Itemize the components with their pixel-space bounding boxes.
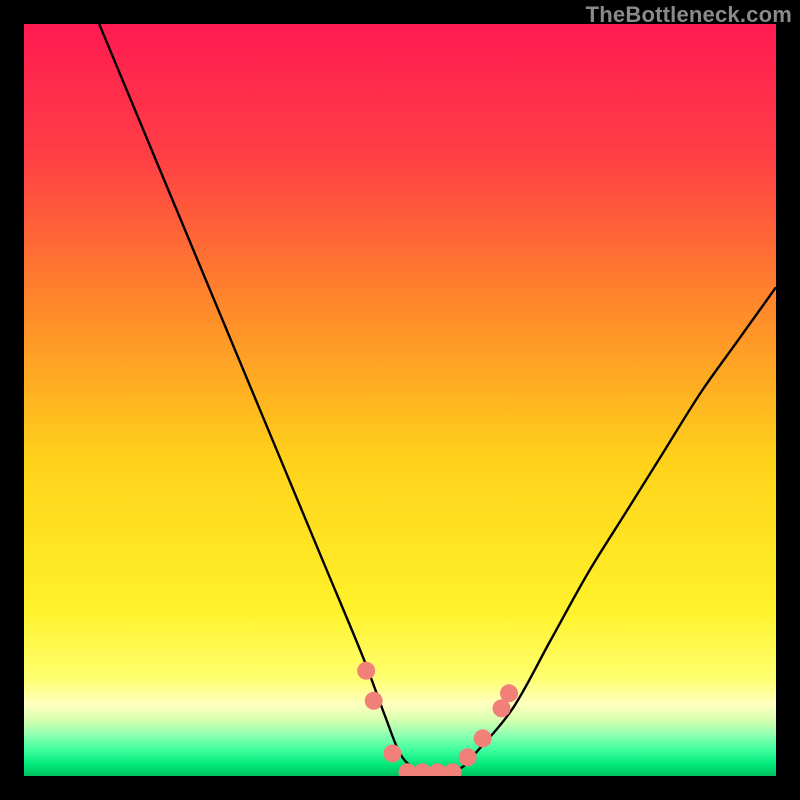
chart-svg [24, 24, 776, 776]
marker-dot [383, 744, 401, 762]
marker-dot [474, 729, 492, 747]
gradient-background [24, 24, 776, 776]
chart-frame: TheBottleneck.com [0, 0, 800, 800]
marker-dot [365, 692, 383, 710]
chart-plot-area [24, 24, 776, 776]
watermark-text: TheBottleneck.com [586, 2, 792, 28]
marker-dot [357, 662, 375, 680]
marker-dot [500, 684, 518, 702]
marker-dot [459, 748, 477, 766]
